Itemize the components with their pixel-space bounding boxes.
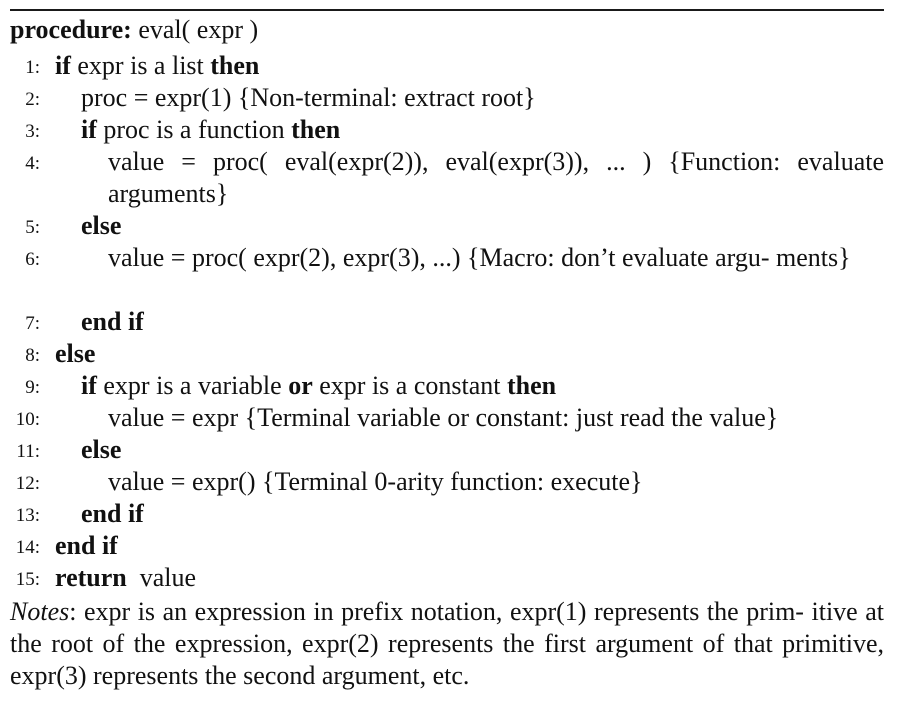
line-content: value = expr() {Terminal 0-arity functio… xyxy=(108,467,643,496)
line-content: return value xyxy=(55,562,196,594)
algo-line: 9: if expr is a variable or expr is a co… xyxy=(0,370,900,402)
line-content: if expr is a variable or expr is a const… xyxy=(81,370,556,402)
algo-line: 12: value = expr() {Terminal 0-arity fun… xyxy=(0,466,900,498)
statement-text: expr is a variable xyxy=(96,371,289,400)
keyword: if xyxy=(81,115,97,144)
procedure-header: procedure: eval( expr ) xyxy=(10,14,258,46)
line-number: 4: xyxy=(25,153,40,174)
keyword: then xyxy=(210,51,260,80)
algo-line: 1: if expr is a list then xyxy=(0,50,900,82)
algo-line: 5: else xyxy=(0,210,900,242)
line-number: 11: xyxy=(16,441,40,462)
keyword: if xyxy=(55,51,71,80)
statement-text: proc is a function xyxy=(96,115,292,144)
algo-line: 7: end if xyxy=(0,306,900,338)
line-number: 7: xyxy=(25,313,40,334)
line-number: 9: xyxy=(25,377,40,398)
keyword: return xyxy=(55,563,127,592)
line-number: 10: xyxy=(15,409,40,430)
line-number: 15: xyxy=(15,569,40,590)
line-number: 13: xyxy=(15,505,40,526)
line-number: 8: xyxy=(25,345,40,366)
algo-line: 13: end if xyxy=(0,498,900,530)
algorithm-notes: Notes: expr is an expression in prefix n… xyxy=(10,596,884,692)
algo-line: 4: value = proc( eval(expr(2)), eval(exp… xyxy=(0,146,900,210)
line-content: value = proc( expr(2), expr(3), ...) {Ma… xyxy=(108,243,851,272)
line-content: end if xyxy=(55,531,118,560)
algorithm-body: 1: if expr is a list then 2: proc = expr… xyxy=(0,50,900,594)
algo-line: 14: end if xyxy=(0,530,900,562)
line-content: if proc is a function then xyxy=(81,114,340,146)
statement-text: value xyxy=(126,563,197,592)
line-number: 5: xyxy=(25,217,40,238)
top-rule xyxy=(10,9,884,11)
line-content: end if xyxy=(81,307,144,336)
notes-label: Notes xyxy=(10,597,70,626)
line-content: value = proc( eval(expr(2)), eval(expr(3… xyxy=(108,147,884,208)
keyword: then xyxy=(291,115,341,144)
algo-line: 2: proc = expr(1) {Non-terminal: extract… xyxy=(0,82,900,114)
line-number: 6: xyxy=(25,249,40,270)
line-content: if expr is a list then xyxy=(55,50,259,82)
procedure-keyword: procedure: xyxy=(10,15,132,44)
line-content: else xyxy=(55,339,96,368)
procedure-signature: eval( expr ) xyxy=(138,15,259,44)
line-number: 14: xyxy=(15,537,40,558)
algo-line: 10: value = expr {Terminal variable or c… xyxy=(0,402,900,434)
line-content: proc = expr(1) {Non-terminal: extract ro… xyxy=(81,83,536,112)
statement-text: expr is a list xyxy=(70,51,211,80)
keyword: or xyxy=(288,371,313,400)
line-content: else xyxy=(81,435,122,464)
line-number: 12: xyxy=(15,473,40,494)
notes-text: : expr is an expression in prefix notati… xyxy=(10,597,884,690)
statement-text: expr is a constant xyxy=(312,371,507,400)
algo-line: 8: else xyxy=(0,338,900,370)
line-number: 2: xyxy=(25,89,40,110)
line-number: 1: xyxy=(25,57,40,78)
algo-line: 3: if proc is a function then xyxy=(0,114,900,146)
line-content: value = expr {Terminal variable or const… xyxy=(108,403,779,432)
line-number: 3: xyxy=(25,121,40,142)
algo-line: 15: return value xyxy=(0,562,900,594)
line-content: end if xyxy=(81,499,144,528)
algo-line: 11: else xyxy=(0,434,900,466)
keyword: then xyxy=(506,371,557,400)
line-content: else xyxy=(81,211,122,240)
keyword: if xyxy=(81,371,97,400)
algo-line: 6: value = proc( expr(2), expr(3), ...) … xyxy=(0,242,900,306)
